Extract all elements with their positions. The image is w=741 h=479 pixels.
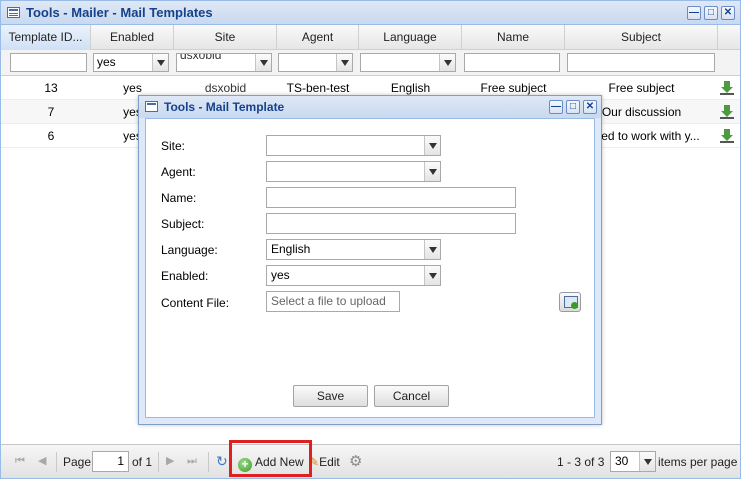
window-icon	[145, 101, 158, 112]
settings-icon[interactable]: ⚙	[349, 453, 362, 471]
filter-site-value: dsxobid	[180, 53, 222, 62]
window-icon	[7, 7, 20, 18]
filter-enabled-select[interactable]: yes	[93, 53, 169, 72]
toolbar-separator	[208, 452, 209, 472]
download-icon[interactable]	[720, 129, 734, 143]
maximize-icon[interactable]: □	[704, 6, 718, 20]
dialog-titlebar: Tools - Mail Template — □ ✕	[139, 96, 601, 118]
items-per-page-select[interactable]: 30	[610, 451, 656, 472]
filter-language-select[interactable]	[360, 53, 456, 72]
column-header-enabled[interactable]: Enabled	[91, 25, 174, 50]
filter-agent-select[interactable]	[278, 53, 353, 72]
agent-label: Agent:	[161, 165, 196, 179]
cell-template-id: 7	[47, 105, 55, 119]
edit-button[interactable]: ✎Edit	[309, 453, 340, 471]
last-page-icon[interactable]: ⏭	[187, 455, 199, 467]
subject-field[interactable]	[266, 213, 516, 234]
content-file-input[interactable]: Select a file to upload	[266, 291, 400, 312]
grid-header: Template ID... Enabled Site Agent Langua…	[1, 25, 740, 50]
close-icon[interactable]: ✕	[721, 6, 735, 20]
column-header-template-id[interactable]: Template ID...	[1, 25, 91, 50]
prev-page-icon[interactable]: ◀	[38, 455, 50, 467]
enabled-select[interactable]: yes	[266, 265, 441, 286]
range-label: 1 - 3 of 3	[557, 455, 605, 469]
items-per-page-label: items per page	[658, 455, 738, 469]
download-icon[interactable]	[720, 81, 734, 95]
name-field[interactable]	[266, 187, 516, 208]
download-icon[interactable]	[720, 105, 734, 119]
chevron-down-icon[interactable]	[639, 452, 655, 471]
language-label: Language:	[161, 243, 218, 257]
enabled-label: Enabled:	[161, 269, 209, 283]
site-label: Site:	[161, 139, 186, 153]
column-header-site[interactable]: Site	[174, 25, 277, 50]
chevron-down-icon[interactable]	[424, 266, 440, 285]
items-per-page-value: 30	[615, 454, 629, 468]
maximize-icon[interactable]: □	[566, 100, 580, 114]
first-page-icon[interactable]: ⏮	[15, 455, 27, 467]
page-number-input[interactable]: 1	[92, 451, 129, 472]
filter-site-select[interactable]: dsxobid	[176, 53, 272, 72]
chevron-down-icon[interactable]	[424, 136, 440, 155]
page-count-label: of 1	[132, 455, 153, 469]
language-select[interactable]: English	[266, 239, 441, 260]
name-label: Name:	[161, 191, 197, 205]
dialog-title: Tools - Mail Template	[164, 100, 285, 114]
subject-label: Subject:	[161, 217, 205, 231]
toolbar-separator	[56, 452, 57, 472]
filter-name-input[interactable]	[464, 53, 560, 72]
chevron-down-icon[interactable]	[255, 54, 271, 71]
close-icon[interactable]: ✕	[583, 100, 597, 114]
paging-toolbar: ⏮ ◀ Page 1 of 1 ▶ ⏭ ↻ + Add New ✎Edit ⚙ 1…	[1, 444, 740, 478]
cell-template-id: 6	[47, 129, 55, 143]
window-titlebar: Tools - Mailer - Mail Templates — □ ✕	[1, 1, 740, 25]
window-title: Tools - Mailer - Mail Templates	[26, 5, 213, 20]
minimize-icon[interactable]: —	[549, 100, 563, 114]
add-new-highlight	[229, 440, 312, 477]
cancel-button[interactable]: Cancel	[374, 385, 449, 407]
language-value: English	[271, 242, 311, 256]
chevron-down-icon[interactable]	[336, 54, 352, 71]
refresh-icon[interactable]: ↻	[216, 454, 228, 468]
filter-row: yes dsxobid	[1, 50, 740, 76]
edit-label: Edit	[319, 455, 340, 469]
column-header-agent[interactable]: Agent	[277, 25, 359, 50]
toolbar-separator	[158, 452, 159, 472]
minimize-icon[interactable]: —	[687, 6, 701, 20]
cell-template-id: 13	[44, 81, 58, 95]
filter-enabled-value: yes	[97, 55, 116, 69]
column-header-name[interactable]: Name	[462, 25, 565, 50]
chevron-down-icon[interactable]	[439, 54, 455, 71]
chevron-down-icon[interactable]	[152, 54, 168, 71]
filter-template-id-input[interactable]	[10, 53, 87, 72]
enabled-value: yes	[271, 268, 290, 282]
mail-template-dialog: Tools - Mail Template — □ ✕ Site: Agent:…	[138, 95, 602, 425]
dialog-body: Site: Agent: Name: Subject: Language: En…	[145, 118, 595, 418]
column-header-subject[interactable]: Subject	[565, 25, 718, 50]
site-select[interactable]	[266, 135, 441, 156]
filter-subject-input[interactable]	[567, 53, 715, 72]
agent-select[interactable]	[266, 161, 441, 182]
chevron-down-icon[interactable]	[424, 162, 440, 181]
column-header-language[interactable]: Language	[359, 25, 462, 50]
content-file-label: Content File:	[161, 296, 230, 310]
save-button[interactable]: Save	[293, 385, 368, 407]
file-browse-icon[interactable]	[559, 292, 581, 312]
chevron-down-icon[interactable]	[424, 240, 440, 259]
page-label: Page	[63, 455, 92, 469]
next-page-icon[interactable]: ▶	[166, 455, 178, 467]
